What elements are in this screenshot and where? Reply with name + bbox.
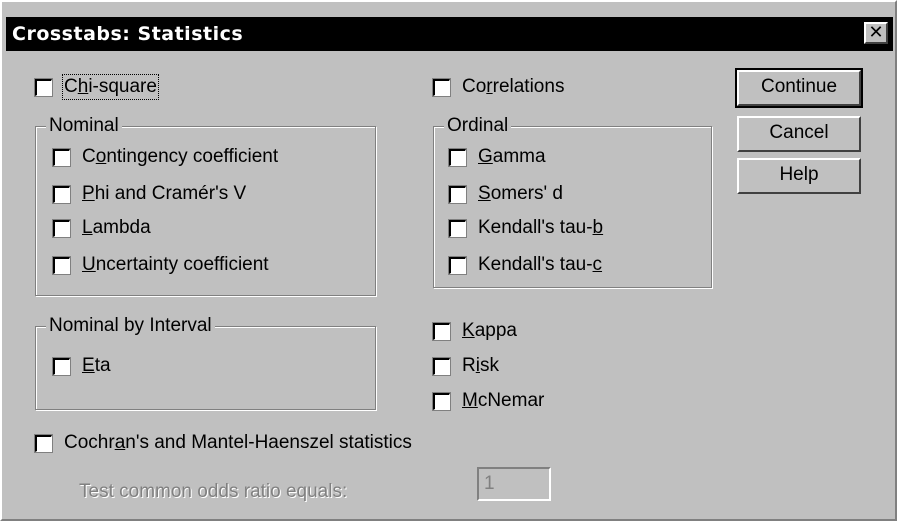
somers-d-checkbox[interactable]: Somers' d: [448, 183, 563, 205]
crosstabs-statistics-dialog: Crosstabs: Statistics ✕ Chi-square Corre…: [0, 0, 897, 521]
phi-cramers-v-label: Phi and Cramér's V: [82, 183, 247, 204]
close-button[interactable]: ✕: [864, 22, 888, 44]
continue-button[interactable]: Continue: [735, 68, 863, 108]
correlations-checkbox[interactable]: Correlations: [432, 76, 565, 98]
somers-d-box[interactable]: [448, 184, 467, 204]
nominal-by-interval-legend: Nominal by Interval: [46, 314, 215, 338]
contingency-coefficient-box[interactable]: [52, 147, 71, 167]
odds-ratio-label: Test common odds ratio equals:: [79, 481, 348, 502]
eta-label: Eta: [82, 355, 111, 376]
kendalls-tau-b-box[interactable]: [448, 218, 467, 238]
cochran-mantel-haenszel-label: Cochran's and Mantel-Haenszel statistics: [64, 432, 412, 453]
phi-cramers-v-checkbox[interactable]: Phi and Cramér's V: [52, 183, 247, 205]
lambda-box[interactable]: [52, 218, 71, 238]
eta-box[interactable]: [52, 356, 71, 376]
odds-ratio-input[interactable]: 1: [477, 467, 551, 501]
mcnemar-checkbox[interactable]: McNemar: [432, 390, 545, 412]
mcnemar-label: McNemar: [462, 390, 545, 411]
lambda-checkbox[interactable]: Lambda: [52, 217, 151, 239]
contingency-coefficient-label: Contingency coefficient: [82, 146, 279, 167]
uncertainty-coefficient-label: Uncertainty coefficient: [82, 254, 269, 275]
cochran-mantel-haenszel-checkbox[interactable]: Cochran's and Mantel-Haenszel statistics: [34, 432, 412, 454]
kappa-label: Kappa: [462, 320, 517, 341]
chi-square-box[interactable]: [34, 77, 53, 97]
kendalls-tau-b-checkbox[interactable]: Kendall's tau-b: [448, 217, 604, 239]
lambda-label: Lambda: [82, 217, 151, 238]
close-icon: ✕: [868, 22, 884, 42]
correlations-label: Correlations: [462, 76, 565, 97]
mcnemar-box[interactable]: [432, 391, 451, 411]
gamma-box[interactable]: [448, 147, 467, 167]
nominal-legend: Nominal: [46, 114, 122, 138]
ordinal-legend: Ordinal: [444, 114, 512, 138]
cancel-button[interactable]: Cancel: [737, 116, 861, 152]
kappa-checkbox[interactable]: Kappa: [432, 320, 517, 342]
kendalls-tau-c-box[interactable]: [448, 255, 467, 275]
correlations-box[interactable]: [432, 77, 451, 97]
kendalls-tau-c-checkbox[interactable]: Kendall's tau-c: [448, 254, 603, 276]
title-bar: Crosstabs: Statistics ✕: [6, 17, 893, 51]
kendalls-tau-c-label: Kendall's tau-c: [478, 254, 603, 275]
gamma-checkbox[interactable]: Gamma: [448, 146, 546, 168]
risk-box[interactable]: [432, 356, 451, 376]
risk-checkbox[interactable]: Risk: [432, 355, 499, 377]
uncertainty-coefficient-checkbox[interactable]: Uncertainty coefficient: [52, 254, 269, 276]
uncertainty-coefficient-box[interactable]: [52, 255, 71, 275]
kendalls-tau-b-label: Kendall's tau-b: [478, 217, 604, 238]
contingency-coefficient-checkbox[interactable]: Contingency coefficient: [52, 146, 279, 168]
odds-ratio-value: 1: [484, 473, 495, 494]
somers-d-label: Somers' d: [478, 183, 563, 204]
kappa-box[interactable]: [432, 321, 451, 341]
chi-square-checkbox[interactable]: Chi-square: [34, 74, 159, 100]
phi-cramers-v-box[interactable]: [52, 184, 71, 204]
chi-square-label: Chi-square: [62, 74, 159, 100]
help-button[interactable]: Help: [737, 158, 861, 194]
cochran-mantel-haenszel-box[interactable]: [34, 433, 53, 453]
eta-checkbox[interactable]: Eta: [52, 355, 111, 377]
dialog-title: Crosstabs: Statistics: [12, 23, 244, 45]
risk-label: Risk: [462, 355, 499, 376]
gamma-label: Gamma: [478, 146, 546, 167]
